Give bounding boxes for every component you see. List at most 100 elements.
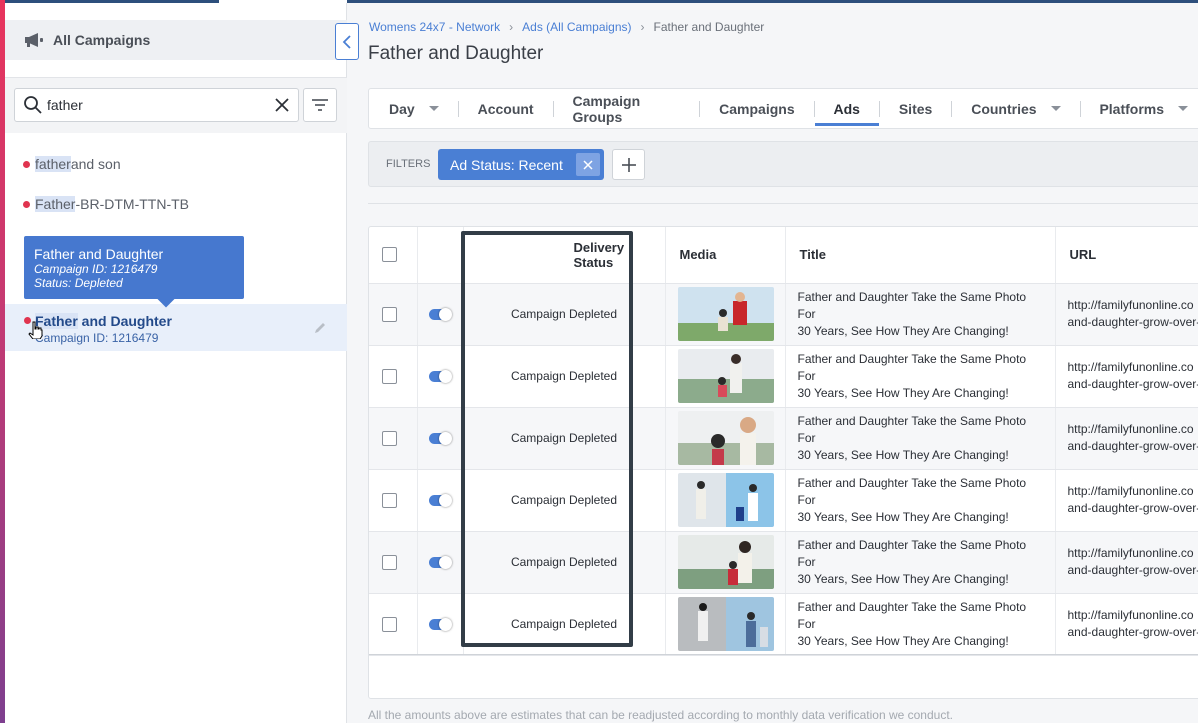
ad-url-line-1: http://familyfunonline.co xyxy=(1067,360,1194,374)
search-input[interactable] xyxy=(47,97,267,113)
filter-chip-ad-status[interactable]: Ad Status: Recent xyxy=(438,149,604,180)
campaign-search[interactable] xyxy=(14,88,299,122)
ad-title-line-2: 30 Years, See How They Are Changing! xyxy=(797,633,1009,648)
select-all-cell xyxy=(369,227,418,284)
tab-campaign-groups[interactable]: Campaign Groups xyxy=(553,89,699,128)
ad-url-line-2: and-daughter-grow-over- xyxy=(1067,625,1198,639)
section-divider xyxy=(368,203,1198,204)
media-cell xyxy=(665,469,786,532)
tab-ads[interactable]: Ads xyxy=(814,89,880,128)
media-cell xyxy=(665,593,786,656)
tooltip-campaign-id: Campaign ID: 1216479 xyxy=(34,262,158,276)
filter-lines-icon xyxy=(312,99,328,111)
ad-active-toggle[interactable] xyxy=(428,307,452,321)
campaign-item-father-br[interactable]: Father -BR-DTM-TTN-TB xyxy=(23,193,189,215)
ad-title: Father and Daughter Take the Same Photo … xyxy=(785,345,1056,408)
ad-active-toggle[interactable] xyxy=(428,493,452,507)
ad-active-toggle[interactable] xyxy=(428,369,452,383)
ad-url-line-2: and-daughter-grow-over- xyxy=(1067,501,1198,515)
ad-thumbnail[interactable] xyxy=(677,535,774,589)
row-select-cell xyxy=(369,593,418,656)
table-row[interactable]: Campaign Depleted Father and Daughter Tak… xyxy=(369,531,1198,594)
media-cell xyxy=(665,531,786,594)
row-toggle-cell xyxy=(417,345,464,408)
ad-active-toggle[interactable] xyxy=(428,555,452,569)
ad-url[interactable]: http://familyfunonline.co and-daughter-gr… xyxy=(1055,283,1198,346)
tab-label: Platforms xyxy=(1099,100,1165,117)
ad-url[interactable]: http://familyfunonline.co and-daughter-gr… xyxy=(1055,593,1198,656)
tab-label: Account xyxy=(477,100,534,117)
column-header-url[interactable]: URL xyxy=(1055,227,1198,284)
add-filter-button[interactable] xyxy=(612,149,645,180)
column-header-delivery[interactable]: Delivery Status xyxy=(463,227,666,284)
row-checkbox[interactable] xyxy=(382,306,397,322)
pencil-icon[interactable] xyxy=(313,321,327,335)
ad-title-line-2: 30 Years, See How They Are Changing! xyxy=(797,509,1009,524)
ad-url[interactable]: http://familyfunonline.co and-daughter-gr… xyxy=(1055,345,1198,408)
breadcrumb-ads[interactable]: Ads (All Campaigns) xyxy=(522,20,631,34)
caret-down-icon xyxy=(1178,106,1189,111)
tab-account[interactable]: Account xyxy=(459,89,553,128)
tab-platforms[interactable]: Platforms xyxy=(1080,89,1198,128)
tab-countries[interactable]: Countries xyxy=(952,89,1079,128)
ad-thumbnail[interactable] xyxy=(677,411,774,465)
ad-thumbnail[interactable] xyxy=(677,473,774,527)
ad-url[interactable]: http://familyfunonline.co and-daughter-gr… xyxy=(1055,407,1198,470)
tooltip-status: Status: Depleted xyxy=(34,276,123,290)
remove-filter-button[interactable] xyxy=(576,153,600,176)
breadcrumb-separator: › xyxy=(509,20,514,34)
table-bottom-border xyxy=(369,654,1198,655)
row-toggle-cell xyxy=(417,407,464,470)
filters-label: FILTERS xyxy=(386,158,431,170)
tab-campaigns[interactable]: Campaigns xyxy=(700,89,813,128)
collapse-sidebar-button[interactable] xyxy=(335,23,359,60)
all-campaigns-header[interactable]: All Campaigns xyxy=(5,20,347,60)
table-row[interactable]: Campaign Depleted Father and Daughter Tak… xyxy=(369,345,1198,408)
row-select-cell xyxy=(369,469,418,532)
row-checkbox[interactable] xyxy=(382,368,397,384)
row-checkbox[interactable] xyxy=(382,492,397,508)
ad-url-line-2: and-daughter-grow-over- xyxy=(1067,563,1198,577)
ad-title-line-2: 30 Years, See How They Are Changing! xyxy=(797,571,1009,586)
row-checkbox[interactable] xyxy=(382,616,397,632)
tab-day[interactable]: Day xyxy=(369,89,458,128)
tab-label: Day xyxy=(389,100,415,117)
ad-url-line-1: http://familyfunonline.co xyxy=(1067,298,1194,312)
media-cell xyxy=(665,407,786,470)
select-all-checkbox[interactable] xyxy=(382,247,397,263)
campaign-item-father-and-daughter[interactable]: Father and Daughter Campaign ID: 1216479 xyxy=(5,304,347,351)
clear-search-icon[interactable] xyxy=(274,97,290,113)
search-match: father xyxy=(35,156,71,172)
column-header-media[interactable]: Media xyxy=(665,227,786,284)
breadcrumb-network[interactable]: Womens 24x7 - Network xyxy=(369,20,500,34)
ad-title-line-1: Father and Daughter Take the Same Photo … xyxy=(797,289,1027,321)
filter-chip-label: Ad Status: Recent xyxy=(450,156,563,173)
table-row[interactable]: Campaign Depleted Father and Daughter Tak… xyxy=(369,283,1198,346)
ad-url[interactable]: http://familyfunonline.co and-daughter-gr… xyxy=(1055,469,1198,532)
table-row[interactable]: Campaign Depleted Father and Daughter Tak… xyxy=(369,469,1198,532)
ads-table: Delivery Status Media Title URL Campaign… xyxy=(368,226,1198,699)
row-toggle-cell xyxy=(417,593,464,656)
ad-url-line-2: and-daughter-grow-over- xyxy=(1067,377,1198,391)
ad-thumbnail[interactable] xyxy=(677,287,774,341)
campaign-item-father-and-son[interactable]: father and son xyxy=(23,153,121,175)
row-checkbox[interactable] xyxy=(382,430,397,446)
column-header-title[interactable]: Title xyxy=(785,227,1056,284)
sort-filter-button[interactable] xyxy=(303,88,337,122)
tab-sites[interactable]: Sites xyxy=(880,89,951,128)
ad-thumbnail[interactable] xyxy=(677,349,774,403)
tab-label: Sites xyxy=(898,100,933,117)
row-checkbox[interactable] xyxy=(382,554,397,570)
row-toggle-cell xyxy=(417,531,464,594)
ad-title: Father and Daughter Take the Same Photo … xyxy=(785,531,1056,594)
table-row[interactable]: Campaign Depleted Father and Daughter Tak… xyxy=(369,407,1198,470)
table-row[interactable]: Campaign Depleted Father and Daughter Tak… xyxy=(369,593,1198,656)
ad-url[interactable]: http://familyfunonline.co and-daughter-gr… xyxy=(1055,531,1198,594)
delivery-status: Campaign Depleted xyxy=(463,469,666,532)
caret-down-icon xyxy=(428,106,439,111)
campaign-name-rest: and Daughter xyxy=(77,313,172,329)
hand-cursor-icon xyxy=(28,321,43,339)
ad-active-toggle[interactable] xyxy=(428,431,452,445)
ad-thumbnail[interactable] xyxy=(677,597,774,651)
ad-active-toggle[interactable] xyxy=(428,617,452,631)
